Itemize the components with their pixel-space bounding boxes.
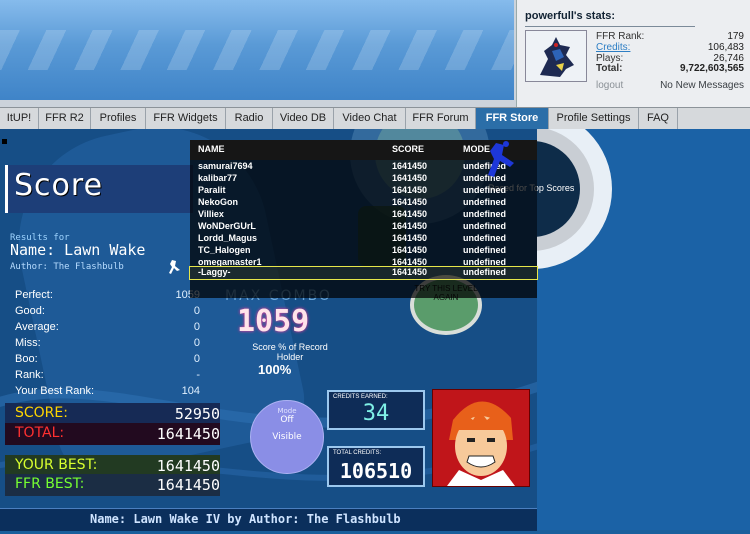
stats-title: powerfull's stats: [525, 10, 616, 22]
stat-average: Average: 0 [15, 321, 200, 333]
score-heading-box: Score [5, 165, 193, 213]
record-pct-value: 100% [258, 362, 292, 377]
table-row-highlighted: -Laggy- 1641450 undefined [189, 266, 538, 280]
user-avatar[interactable] [525, 30, 587, 82]
table-row: WoNDerGUrL 1641450 undefined [198, 221, 506, 231]
messages-link[interactable]: No New Messages [660, 80, 744, 91]
visibility-toggle[interactable]: Mode Off Visible [250, 400, 324, 474]
nav-item-video-chat[interactable]: Video Chat [334, 108, 406, 129]
nav-item-ffr-widgets[interactable]: FFR Widgets [146, 108, 226, 129]
site-banner [0, 0, 514, 100]
nav-item-video-db[interactable]: Video DB [273, 108, 334, 129]
credits-link[interactable]: Credits: [596, 42, 630, 53]
credits-earned-box: CREDITS EARNED: 34 [327, 390, 425, 430]
song-footer: Name: Lawn Wake IV by Author: The Flashb… [0, 508, 537, 531]
nav-item-profile-settings[interactable]: Profile Settings [549, 108, 639, 129]
table-row: Paralit 1641450 undefined [198, 185, 506, 195]
table-row: Lordd_Magus 1641450 undefined [198, 233, 506, 243]
table-row: kalibar77 1641450 undefined [198, 173, 506, 183]
song-author: Author: The Flashbulb [10, 262, 124, 272]
song-footer-text: Name: Lawn Wake IV by Author: The Flashb… [90, 512, 401, 526]
top-scores-overlay: NAME SCORE MODE samurai7694 1641450 undefi… [189, 140, 538, 298]
record-pct-label: Score % of Record Holder [252, 342, 328, 362]
stat-miss: Miss: 0 [15, 337, 200, 349]
stat-good: Good: 0 [15, 305, 200, 317]
table-row: NekoGon 1641450 undefined [198, 197, 506, 207]
col-score: SCORE [392, 144, 425, 154]
ffr-best-line: FFR BEST: 1641450 [5, 474, 220, 496]
runner-logo-icon [486, 141, 520, 181]
score-line: SCORE: 52950 [5, 403, 220, 425]
score-title: Score [14, 168, 104, 203]
character-portrait [432, 389, 530, 487]
stat-boo: Boo: 0 [15, 353, 200, 365]
total-line: TOTAL: 1641450 [5, 423, 220, 445]
nav-item-ffr-forum[interactable]: FFR Forum [406, 108, 476, 129]
stat-rank: Rank: - [15, 369, 200, 381]
table-row: TC_Halogen 1641450 undefined [198, 245, 506, 255]
table-row: Villiex 1641450 undefined [198, 209, 506, 219]
nav-item-ffr-r2[interactable]: FFR R2 [39, 108, 91, 129]
nav-item-radio[interactable]: Radio [226, 108, 273, 129]
nav-item-faq[interactable]: FAQ [639, 108, 678, 129]
main-nav: ItUP! FFR R2 Profiles FFR Widgets Radio … [0, 107, 750, 130]
nav-item-ffr-store[interactable]: FFR Store [476, 108, 549, 129]
scores-table-header: NAME SCORE MODE [190, 140, 537, 160]
col-name: NAME [198, 144, 225, 154]
nav-item-profiles[interactable]: Profiles [91, 108, 146, 129]
song-name: Name: Lawn Wake [10, 241, 146, 259]
total-credits-box: TOTAL CREDITS: 106510 [327, 446, 425, 487]
site-header: powerfull's stats: FFR Rank: 179 Credits:… [0, 0, 750, 107]
logout-link[interactable]: logout [596, 80, 623, 91]
nav-item-itup[interactable]: ItUP! [0, 108, 39, 129]
runner-icon [167, 258, 185, 276]
max-combo-value: 1059 [237, 304, 310, 339]
stat-best-rank: Your Best Rank: 104 [15, 385, 200, 397]
table-row: samurai7694 1641450 undefined [198, 161, 506, 171]
stat-perfect: Perfect: 1059 [15, 289, 200, 301]
stats-row-total: Total: 9,722,603,565 [596, 63, 744, 74]
user-stats-panel: powerfull's stats: FFR Rank: 179 Credits:… [516, 0, 750, 107]
